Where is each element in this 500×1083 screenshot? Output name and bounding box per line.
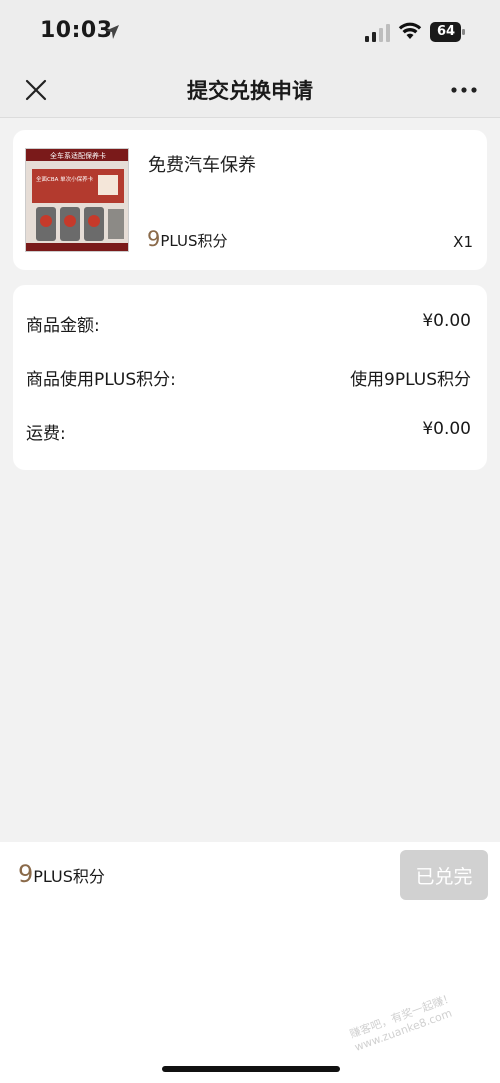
wifi-icon: [398, 22, 422, 39]
cellular-signal-icon: [365, 24, 390, 42]
order-summary-card: 商品金额: ¥0.00 商品使用PLUS积分: 使用9PLUS积分 运费: ¥0…: [13, 285, 487, 470]
summary-row-amount: 商品金额: ¥0.00: [26, 311, 471, 337]
product-image-graphic: 全车系适配保养卡 全面CBA 单次小保养卡: [26, 149, 128, 251]
summary-row-shipping: 运费: ¥0.00: [26, 419, 471, 445]
footer-points-unit: PLUS积分: [33, 867, 105, 886]
footer-points-number: 9: [18, 860, 34, 888]
product-quantity: X1: [453, 233, 473, 251]
more-dots-icon: [451, 87, 477, 93]
more-options-button[interactable]: [444, 72, 484, 108]
product-points-number: 9: [147, 227, 161, 251]
product-points-unit: PLUS积分: [160, 232, 228, 250]
status-time: 10:03: [40, 18, 113, 43]
footer-total-points: 9PLUS积分: [18, 860, 105, 888]
summary-row-value: ¥0.00: [422, 311, 471, 331]
nav-bar: 提交兑换申请: [0, 62, 500, 118]
product-image: 全车系适配保养卡 全面CBA 单次小保养卡: [25, 148, 129, 252]
summary-row-label: 运费:: [26, 424, 66, 444]
summary-row-value: 使用9PLUS积分: [350, 370, 471, 390]
product-card: 全车系适配保养卡 全面CBA 单次小保养卡 免费汽车保养 9PLUS积分 X1: [13, 130, 487, 270]
sold-out-button[interactable]: 已兑完: [400, 850, 488, 900]
product-image-line: 全面CBA 单次小保养卡: [36, 175, 94, 183]
product-name: 免费汽车保养: [148, 155, 256, 176]
summary-row-value: ¥0.00: [422, 419, 471, 439]
home-indicator[interactable]: [162, 1066, 340, 1072]
summary-row-label: 商品金额:: [26, 316, 100, 336]
summary-row-points: 商品使用PLUS积分: 使用9PLUS积分: [26, 365, 471, 391]
summary-row-label: 商品使用PLUS积分:: [26, 370, 176, 390]
battery-level: 64: [436, 24, 456, 39]
status-bar: 10:03 64: [0, 0, 500, 62]
screen: 10:03 64 提交兑换申请 全车系适配保养卡 全面CBA 单次小保养卡 免费…: [0, 0, 500, 1083]
location-arrow-icon: [105, 25, 119, 39]
footer-bar: 9PLUS积分 已兑完: [0, 842, 500, 1083]
page-title: 提交兑换申请: [187, 79, 313, 103]
product-points: 9PLUS积分: [147, 227, 228, 251]
product-image-header: 全车系适配保养卡: [50, 151, 106, 160]
